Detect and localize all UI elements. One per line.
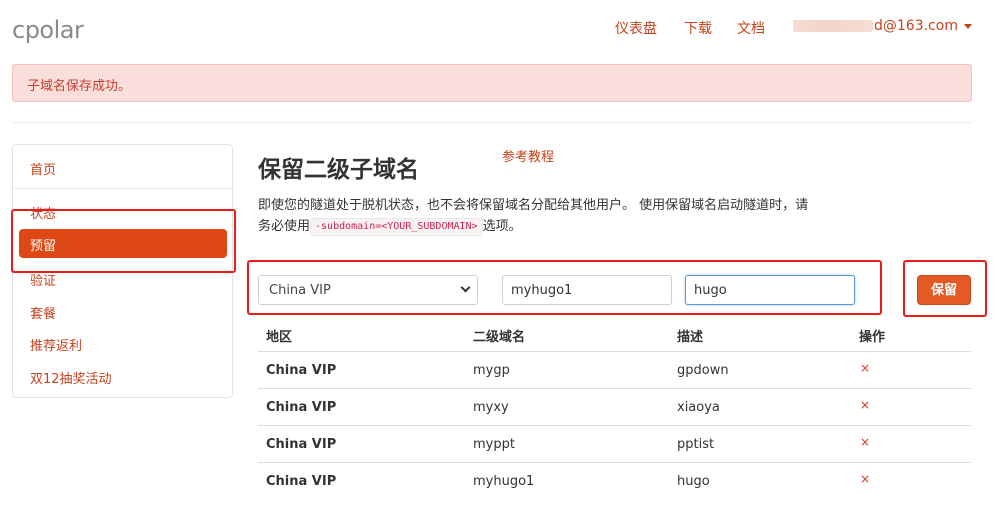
cell-region: China VIP	[266, 400, 337, 415]
success-alert: 子域名保存成功。	[12, 64, 972, 102]
sidebar-item-lottery[interactable]: 双12抽奖活动	[30, 368, 112, 387]
table-header-description: 描述	[677, 330, 704, 345]
cell-description: pptist	[677, 437, 715, 452]
table-row: China VIP myppt pptist ×	[258, 425, 971, 462]
description-input[interactable]: hugo	[685, 275, 855, 305]
subdomain-code-snippet: -subdomain=<YOUR_SUBDOMAIN>	[310, 218, 483, 236]
sidebar: 首页 状态 预留 验证 套餐 推荐返利 双12抽奖活动	[12, 144, 233, 398]
save-button[interactable]: 保留	[917, 275, 971, 305]
cell-description: gpdown	[677, 363, 729, 378]
region-selected-value: China VIP	[269, 283, 331, 298]
cell-region: China VIP	[266, 474, 337, 489]
sidebar-item-verify[interactable]: 验证	[30, 270, 56, 289]
table-row: China VIP mygp gpdown ×	[258, 351, 971, 388]
cell-subdomain: mygp	[473, 363, 510, 378]
cell-subdomain: myxy	[473, 400, 509, 415]
table-row: China VIP myhugo1 hugo ×	[258, 462, 971, 499]
sidebar-item-plan[interactable]: 套餐	[30, 303, 56, 322]
cell-description: hugo	[677, 474, 710, 489]
account-email: d@163.com	[874, 18, 958, 34]
cell-region: China VIP	[266, 437, 337, 452]
redacted-email-mask	[793, 20, 873, 32]
sidebar-item-home[interactable]: 首页	[30, 159, 56, 178]
page-title: 保留二级子域名	[258, 157, 419, 183]
caret-down-icon	[963, 23, 972, 29]
table-header-subdomain: 二级域名	[473, 330, 526, 345]
delete-icon[interactable]: ×	[860, 361, 870, 375]
sidebar-item-status[interactable]: 状态	[30, 203, 56, 222]
delete-icon[interactable]: ×	[860, 435, 870, 449]
region-select[interactable]: China VIP	[258, 275, 478, 305]
nav-download[interactable]: 下载	[684, 18, 712, 38]
reference-tutorial-link[interactable]: 参考教程	[502, 146, 554, 165]
sidebar-divider	[13, 188, 232, 189]
cell-subdomain: myhugo1	[473, 474, 535, 489]
cell-subdomain: myppt	[473, 437, 515, 452]
description-text-end: 选项。	[482, 219, 522, 234]
delete-icon[interactable]: ×	[860, 398, 870, 412]
page-description: 即使您的隧道处于脱机状态，也不会将保留域名分配给其他用户。 使用保留域名启动隧道…	[258, 195, 818, 237]
table-header-actions: 操作	[859, 330, 886, 345]
chevron-down-icon	[460, 282, 471, 293]
cell-description: xiaoya	[677, 400, 720, 415]
sidebar-item-referral[interactable]: 推荐返利	[30, 335, 82, 354]
divider	[12, 122, 972, 123]
cell-region: China VIP	[266, 363, 337, 378]
subdomain-input[interactable]: myhugo1	[502, 275, 672, 305]
table-row: China VIP myxy xiaoya ×	[258, 388, 971, 425]
table-header-region: 地区	[266, 330, 293, 345]
logo[interactable]: cpolar	[12, 16, 84, 44]
nav-dashboard[interactable]: 仪表盘	[615, 18, 657, 38]
nav-docs[interactable]: 文档	[737, 18, 765, 38]
delete-icon[interactable]: ×	[860, 472, 870, 486]
sidebar-item-reserve[interactable]: 预留	[19, 229, 227, 258]
account-menu[interactable]: d@163.com	[793, 18, 972, 34]
